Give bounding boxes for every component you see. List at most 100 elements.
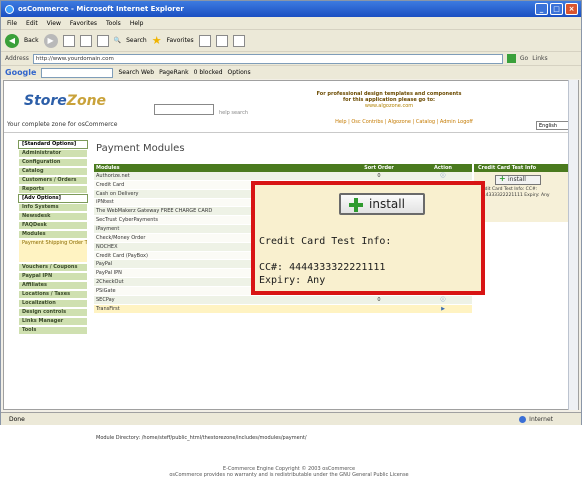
- search-web-button[interactable]: Search Web: [118, 69, 154, 76]
- sidebar-item[interactable]: [Standard Options]: [18, 140, 88, 149]
- sidebar-item[interactable]: FAQDesk: [18, 221, 88, 230]
- sidebar-item[interactable]: Paypal IPN: [18, 272, 88, 281]
- address-bar: Address http://www.yourdomain.com Go Lin…: [1, 51, 581, 65]
- table-row[interactable]: Authorize.net 0 ⓘ: [94, 172, 472, 181]
- promo-text: For professional design templates and co…: [294, 91, 484, 109]
- search-label[interactable]: Search: [126, 37, 147, 44]
- site-header: StoreZone Your complete zone for osComme…: [4, 81, 578, 133]
- side-info-header: Credit Card Test Info: [474, 164, 578, 172]
- sidebar-item[interactable]: Locations / Taxes: [18, 290, 88, 299]
- sidebar-item[interactable]: Administrator: [18, 149, 88, 158]
- back-arrow-icon[interactable]: ◀: [5, 33, 19, 48]
- install-label: install: [369, 197, 405, 211]
- sidebar-item[interactable]: Links Manager: [18, 317, 88, 326]
- help-search-label: help search: [219, 110, 249, 116]
- maximize-button[interactable]: □: [550, 3, 563, 15]
- sidebar-item[interactable]: Affiliates: [18, 281, 88, 290]
- sidebar-item[interactable]: Design controls: [18, 308, 88, 317]
- sidebar-item[interactable]: Localization: [18, 299, 88, 308]
- side-info-panel: Credit Card Test Info install Credit Car…: [474, 164, 578, 222]
- table-header: Modules Sort Order Action: [94, 164, 472, 172]
- window-title: osCommerce - Microsoft Internet Explorer: [18, 5, 184, 13]
- storezone-logo[interactable]: StoreZone: [24, 93, 106, 109]
- credit-card-test-info: Credit Card Test Info: CC#: 444433332222…: [259, 235, 391, 287]
- install-button[interactable]: install: [339, 193, 425, 215]
- sort-order: 0: [377, 296, 381, 303]
- status-bar: Done Internet: [1, 412, 581, 425]
- sidebar-item[interactable]: Payment Shipping Order Total: [18, 239, 88, 263]
- history-icon[interactable]: [198, 34, 211, 47]
- sidebar-item[interactable]: [Adv Options]: [18, 194, 88, 203]
- browser-toolbar: ◀ Back ▶ 🔍 Search ★ Favorites: [1, 29, 581, 51]
- action-icon[interactable]: ⓘ: [414, 172, 472, 179]
- help-search-input[interactable]: [154, 104, 214, 115]
- side-info-body: install Credit Card Test Info: CC#: 4444…: [474, 172, 578, 222]
- footer-license: osCommerce provides no warranty and is r…: [169, 472, 409, 478]
- zone-label: Internet: [529, 415, 553, 423]
- refresh-icon[interactable]: [79, 34, 92, 47]
- sidebar-item[interactable]: Customers / Orders: [18, 176, 88, 185]
- test-card-number: CC#: 4444333322221111: [259, 262, 386, 273]
- language-select[interactable]: English: [536, 121, 572, 130]
- col-modules: Modules: [96, 165, 120, 171]
- top-links[interactable]: Help | Osc Contribs | Algozone | Catalog…: [294, 119, 514, 125]
- go-icon[interactable]: [506, 54, 516, 63]
- sidebar-item[interactable]: Modules: [18, 230, 88, 239]
- logo-store: Store: [24, 93, 67, 109]
- menu-view[interactable]: View: [47, 20, 61, 27]
- vertical-scrollbar[interactable]: [568, 80, 578, 410]
- menu-file[interactable]: File: [7, 20, 17, 27]
- page-footer: E-Commerce Engine Copyright © 2003 osCom…: [124, 466, 454, 478]
- table-row[interactable]: TransFirst ▶: [94, 304, 472, 314]
- module-name: SECPay: [96, 296, 115, 303]
- favorites-star-icon[interactable]: ★: [152, 34, 162, 47]
- menu-favorites[interactable]: Favorites: [70, 20, 97, 27]
- close-button[interactable]: ×: [565, 3, 578, 15]
- sidebar-item[interactable]: Configuration: [18, 158, 88, 167]
- module-name: Authorize.net: [96, 172, 130, 179]
- page-title: Payment Modules: [96, 143, 185, 154]
- menu-edit[interactable]: Edit: [26, 20, 38, 27]
- search-icon[interactable]: 🔍: [114, 37, 121, 44]
- logo-zone: Zone: [66, 93, 107, 109]
- install-button-small[interactable]: install: [495, 175, 541, 185]
- back-label[interactable]: Back: [24, 37, 39, 44]
- favorites-label[interactable]: Favorites: [167, 37, 194, 44]
- sidebar-item[interactable]: Reports: [18, 185, 88, 194]
- ie-icon: [5, 4, 14, 14]
- sidebar-item[interactable]: Tools: [18, 326, 88, 335]
- sidebar-item[interactable]: Catalog: [18, 167, 88, 176]
- test-info-heading: Credit Card Test Info:: [259, 236, 392, 247]
- menu-tools[interactable]: Tools: [106, 20, 121, 27]
- zoom-callout: install Credit Card Test Info: CC#: 4444…: [251, 181, 485, 295]
- action-icon[interactable]: ⓘ: [414, 296, 472, 303]
- google-options-button[interactable]: Options: [228, 69, 251, 76]
- header-divider: [4, 132, 578, 133]
- home-icon[interactable]: [96, 34, 109, 47]
- test-card-expiry: Expiry: Any: [259, 275, 326, 286]
- sidebar-item[interactable]: Newsdesk: [18, 212, 88, 221]
- mail-icon[interactable]: [215, 34, 228, 47]
- promo-link[interactable]: www.algozone.com: [294, 103, 484, 109]
- minimize-button[interactable]: _: [535, 3, 548, 15]
- go-button[interactable]: Go: [520, 55, 528, 62]
- sidebar-item[interactable]: Vouchers / Coupons: [18, 263, 88, 272]
- google-toolbar: Google Search Web PageRank 0 blocked Opt…: [1, 65, 581, 79]
- action-icon[interactable]: ▶: [414, 306, 472, 312]
- browser-window: osCommerce - Microsoft Internet Explorer…: [0, 0, 582, 478]
- popup-blocked-label[interactable]: 0 blocked: [194, 69, 223, 76]
- stop-icon[interactable]: [62, 34, 75, 47]
- print-icon[interactable]: [232, 34, 245, 47]
- address-input[interactable]: http://www.yourdomain.com: [32, 53, 503, 64]
- forward-arrow-icon[interactable]: ▶: [43, 33, 58, 48]
- module-name: TransFirst: [96, 305, 120, 312]
- pagerank-label[interactable]: PageRank: [159, 69, 189, 76]
- links-label[interactable]: Links: [532, 55, 547, 62]
- google-search-input[interactable]: [41, 67, 114, 78]
- module-directory: Module Directory: /home/steff/public_htm…: [96, 435, 307, 441]
- table-row[interactable]: SECPay 0 ⓘ: [94, 295, 472, 305]
- sidebar-item[interactable]: Info Systems: [18, 203, 88, 212]
- menu-help[interactable]: Help: [130, 20, 144, 27]
- menu-bar: File Edit View Favorites Tools Help: [1, 17, 581, 29]
- side-info-text: Credit Card Test Info: CC#: 444433332222…: [477, 187, 550, 198]
